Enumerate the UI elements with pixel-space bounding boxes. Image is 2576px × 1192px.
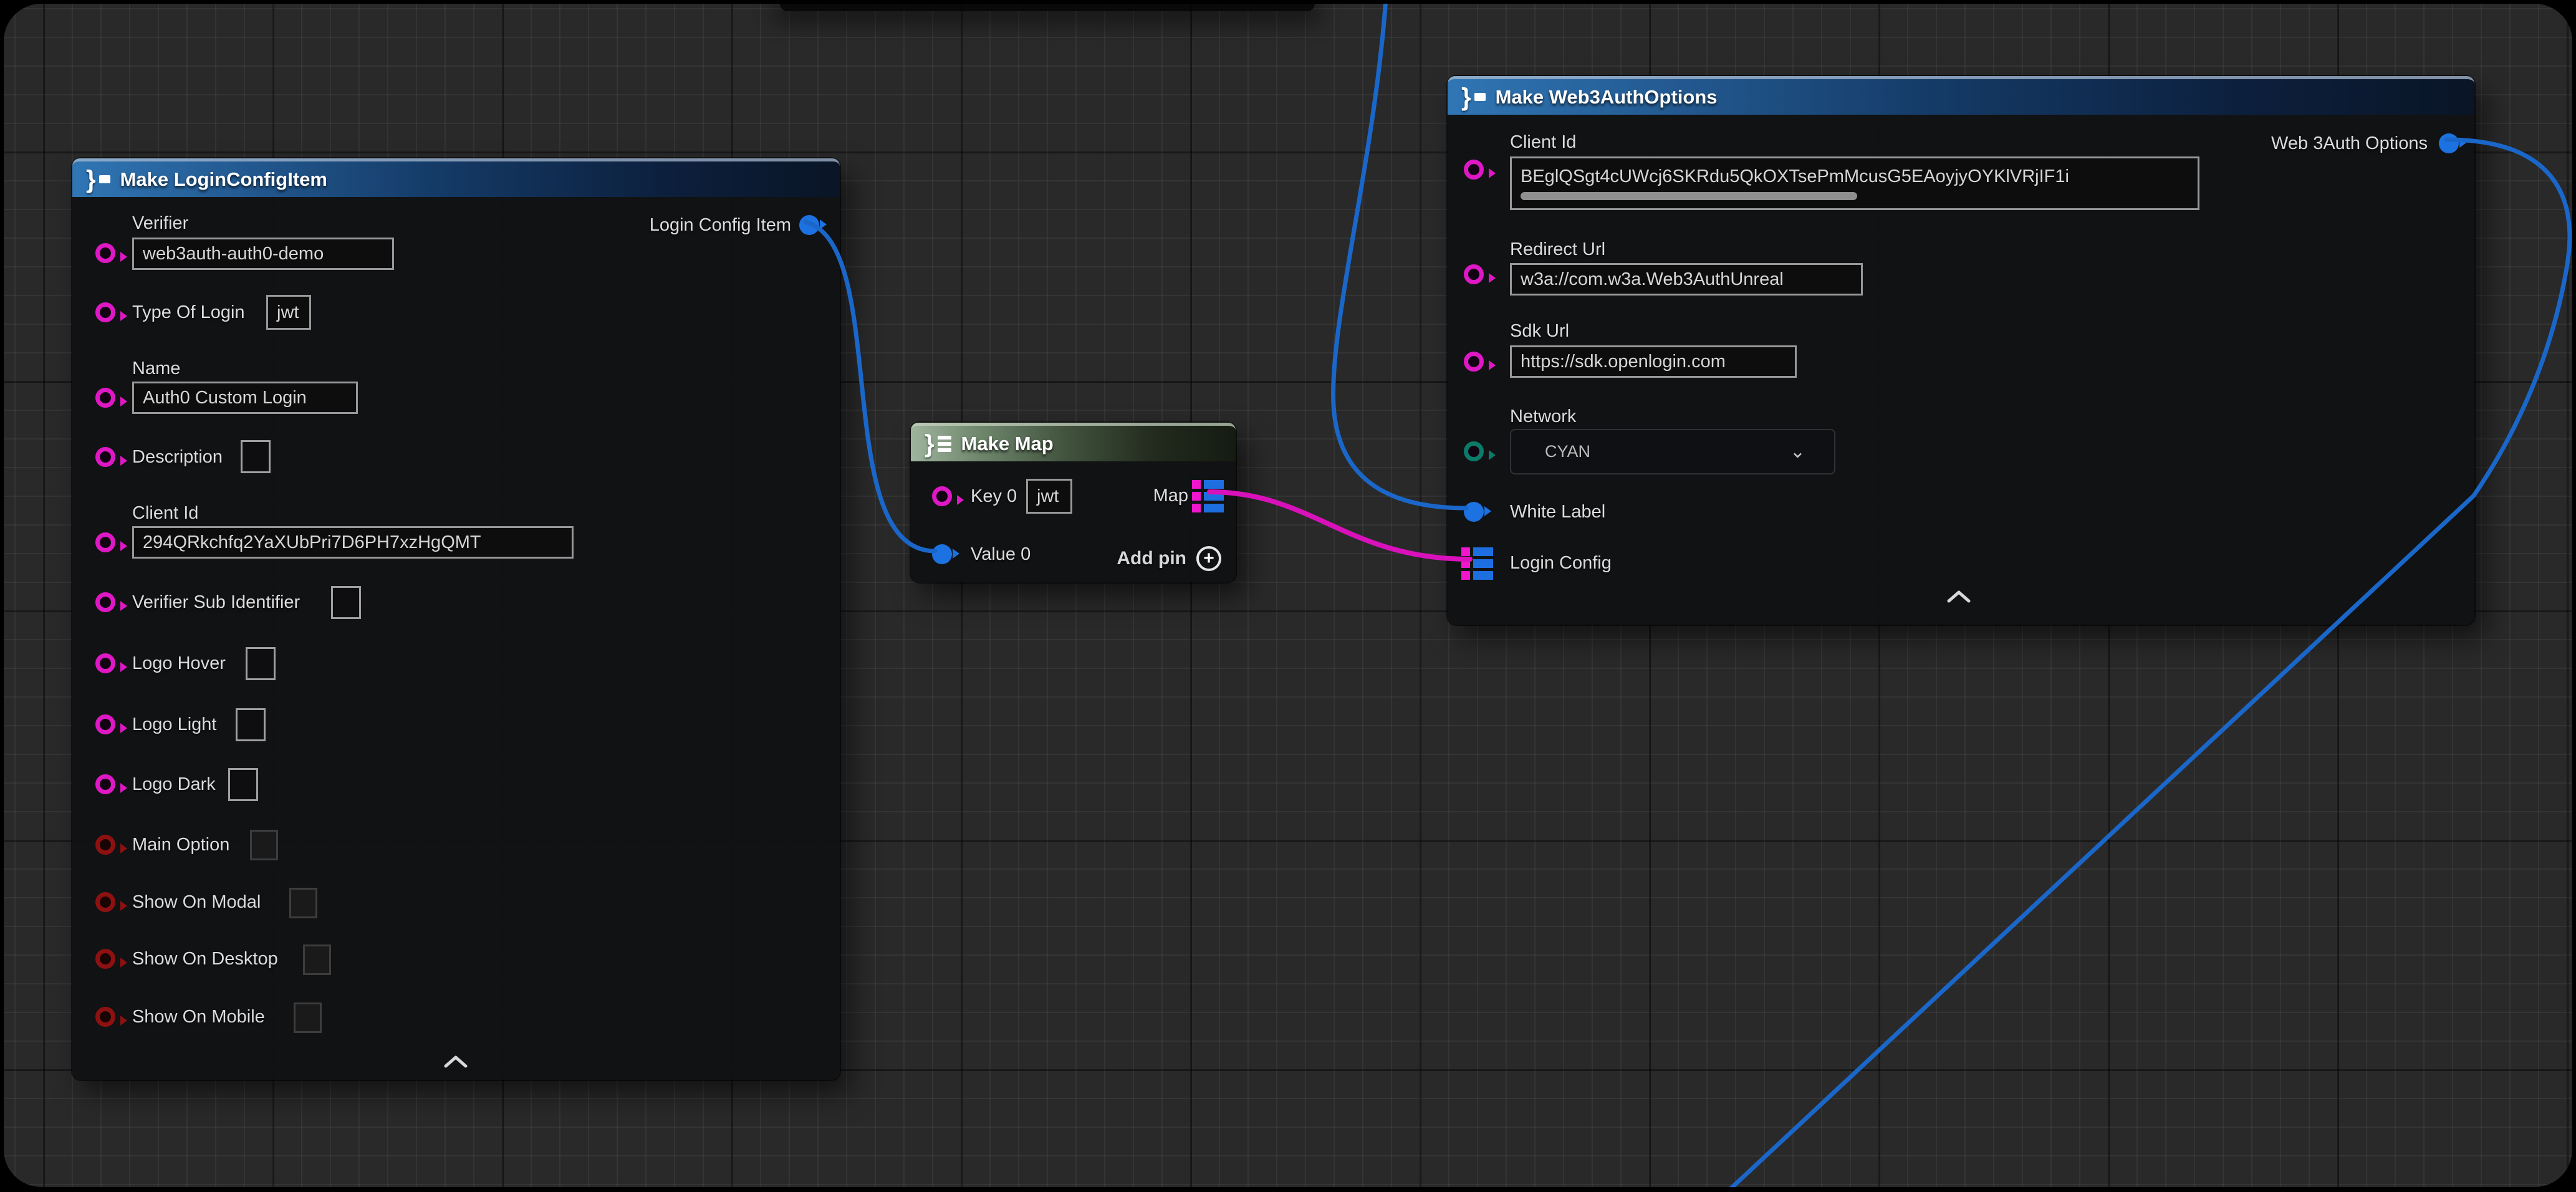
- pin-label-redirect-url: Redirect Url: [1510, 239, 1605, 260]
- pin-label-name: Name: [132, 358, 180, 379]
- blueprint-graph-canvas[interactable]: } Make LoginConfigItem Login Config Item…: [4, 4, 2572, 1187]
- pin-logo-dark[interactable]: [95, 774, 115, 794]
- network-dropdown[interactable]: CYAN ⌄: [1510, 429, 1835, 474]
- node-header: } Make Map: [911, 423, 1236, 461]
- pin-verifier[interactable]: [95, 243, 115, 263]
- type-of-login-input[interactable]: jwt: [266, 295, 311, 330]
- pin-label-description: Description: [132, 446, 223, 468]
- client-id-input[interactable]: 294QRkchfq2YaXUbPri7D6PH7xzHgQMT: [132, 526, 574, 559]
- pin-description[interactable]: [95, 447, 115, 467]
- pin-name[interactable]: [95, 388, 115, 408]
- sdk-url-input[interactable]: https://sdk.openlogin.com: [1510, 345, 1797, 378]
- redirect-url-input[interactable]: w3a://com.w3a.Web3AuthUnreal: [1510, 263, 1863, 296]
- pin-network[interactable]: [1464, 441, 1484, 461]
- screenshot-frame: } Make LoginConfigItem Login Config Item…: [0, 0, 2576, 1192]
- pin-value-0[interactable]: [932, 544, 952, 564]
- logo-light-input[interactable]: [236, 708, 266, 741]
- pin-redirect-url[interactable]: [1464, 264, 1484, 284]
- description-input[interactable]: [241, 440, 271, 473]
- main-option-checkbox[interactable]: [250, 830, 278, 860]
- show-on-mobile-checkbox[interactable]: [294, 1002, 322, 1033]
- key-0-input[interactable]: jwt: [1026, 479, 1072, 514]
- pin-key-0[interactable]: [932, 486, 952, 506]
- node-make-loginconfigitem[interactable]: } Make LoginConfigItem Login Config Item…: [72, 158, 840, 1080]
- pin-label-client-id: Client Id: [132, 502, 198, 524]
- pin-label-show-on-modal: Show On Modal: [132, 892, 261, 913]
- chevron-down-icon: ⌄: [1790, 441, 1805, 463]
- output-pin-label: Login Config Item: [650, 214, 791, 236]
- name-input[interactable]: Auth0 Custom Login: [132, 382, 358, 414]
- wire-map-to-loginconfig[interactable]: [1209, 492, 1470, 559]
- pin-logo-hover[interactable]: [95, 653, 115, 673]
- pin-label-logo-dark: Logo Dark: [132, 774, 216, 795]
- pin-label-main-option: Main Option: [132, 834, 229, 855]
- add-pin-plus-icon: +: [1196, 546, 1221, 571]
- pin-label-white-label: White Label: [1510, 501, 1605, 522]
- show-on-modal-checkbox[interactable]: [289, 888, 317, 918]
- pin-label-show-on-mobile: Show On Mobile: [132, 1006, 265, 1027]
- make-struct-icon: }: [86, 167, 110, 192]
- pin-client-id[interactable]: [95, 532, 115, 552]
- offscreen-node-shadow: [780, 4, 1315, 11]
- output-pin-web3auth-options[interactable]: [2439, 133, 2459, 153]
- pin-type-of-login[interactable]: [95, 302, 115, 322]
- pin-sdk-url[interactable]: [1464, 352, 1484, 372]
- pin-show-on-desktop[interactable]: [95, 949, 115, 969]
- output-pin-map[interactable]: [1192, 480, 1224, 512]
- node-header: } Make Web3AuthOptions: [1448, 76, 2474, 115]
- pin-show-on-modal[interactable]: [95, 892, 115, 912]
- pin-label-show-on-desktop: Show On Desktop: [132, 948, 278, 969]
- logo-hover-input[interactable]: [246, 647, 276, 680]
- collapse-chevron-icon[interactable]: [443, 1055, 468, 1069]
- node-title: Make Map: [961, 433, 1054, 455]
- output-pin-label: Web 3Auth Options: [2271, 133, 2428, 154]
- pin-label-key-0: Key 0: [971, 486, 1017, 507]
- pin-client-id[interactable]: [1464, 160, 1484, 180]
- node-title: Make LoginConfigItem: [120, 168, 327, 191]
- node-title: Make Web3AuthOptions: [1496, 86, 1718, 108]
- make-map-icon: }: [925, 431, 951, 456]
- collapse-chevron-icon[interactable]: [1946, 590, 1971, 603]
- logo-dark-input[interactable]: [228, 768, 258, 801]
- pin-label-value-0: Value 0: [971, 544, 1031, 565]
- client-id-hscrollbar[interactable]: [1521, 192, 1857, 200]
- pin-label-type-of-login: Type Of Login: [132, 302, 245, 323]
- pin-label-logo-light: Logo Light: [132, 714, 216, 735]
- add-pin-button[interactable]: Add pin +: [1117, 546, 1221, 571]
- pin-login-config[interactable]: [1461, 547, 1493, 580]
- output-pin-label-map: Map: [1153, 485, 1188, 506]
- output-pin-login-config-item[interactable]: [799, 215, 819, 235]
- pin-label-login-config: Login Config: [1510, 552, 1612, 574]
- client-id-input[interactable]: BEglQSgt4cUWcj6SKRdu5QkOXTsePmMcusG5EAoy…: [1510, 156, 2199, 210]
- pin-show-on-mobile[interactable]: [95, 1007, 115, 1027]
- verifier-input[interactable]: web3auth-auth0-demo: [132, 238, 394, 270]
- pin-verifier-sub-identifier[interactable]: [95, 592, 115, 612]
- pin-label-sdk-url: Sdk Url: [1510, 320, 1569, 342]
- pin-label-client-id: Client Id: [1510, 132, 1576, 153]
- pin-label-logo-hover: Logo Hover: [132, 653, 226, 674]
- pin-white-label[interactable]: [1464, 502, 1484, 522]
- show-on-desktop-checkbox[interactable]: [303, 944, 331, 975]
- node-header: } Make LoginConfigItem: [72, 158, 840, 197]
- wire-top-to-whitelabel[interactable]: [1334, 4, 1466, 508]
- verifier-sub-identifier-input[interactable]: [331, 586, 361, 619]
- pin-label-verifier-sub-identifier: Verifier Sub Identifier: [132, 592, 300, 613]
- pin-main-option[interactable]: [95, 835, 115, 855]
- node-make-map[interactable]: } Make Map Key 0 jwt Map Value 0 Add pin…: [911, 423, 1236, 582]
- pin-label-verifier: Verifier: [132, 213, 188, 234]
- make-struct-icon: }: [1461, 85, 1486, 110]
- pin-logo-light[interactable]: [95, 714, 115, 734]
- pin-label-network: Network: [1510, 406, 1576, 427]
- node-make-web3authoptions[interactable]: } Make Web3AuthOptions Web 3Auth Options…: [1448, 76, 2474, 625]
